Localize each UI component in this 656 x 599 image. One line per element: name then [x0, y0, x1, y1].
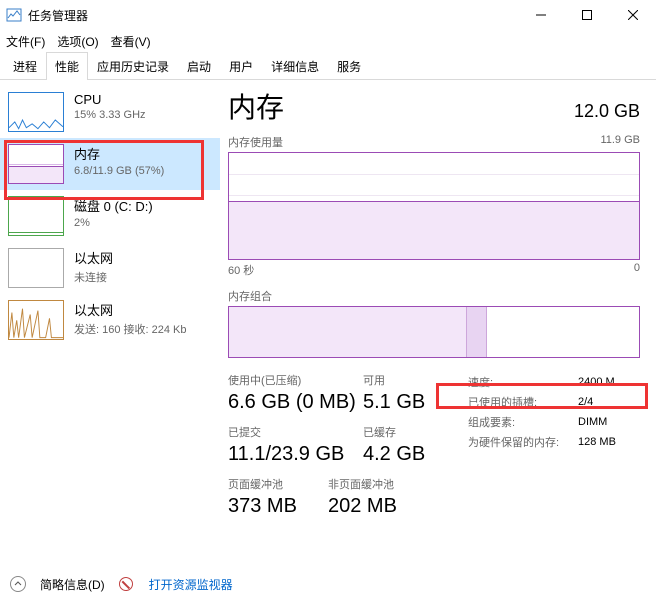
sidebar-item-title: 磁盘 0 (C: D:)	[74, 196, 153, 215]
info-slots: 2/4	[578, 396, 593, 408]
info-reserved: 128 MB	[578, 436, 616, 448]
composition-label: 内存组合	[228, 288, 640, 304]
window-title: 任务管理器	[28, 7, 88, 24]
sidebar-item-sub: 未连接	[74, 269, 113, 285]
tab-performance[interactable]: 性能	[46, 52, 88, 80]
info-label: 速度:	[468, 374, 578, 390]
info-form: DIMM	[578, 416, 607, 428]
no-entry-icon	[119, 577, 133, 591]
memory-capacity: 12.0 GB	[574, 101, 640, 122]
menu-file[interactable]: 文件(F)	[6, 33, 45, 50]
menu-bar: 文件(F) 选项(O) 查看(V)	[0, 30, 656, 52]
usage-graph-label: 内存使用量	[228, 134, 283, 150]
tab-services[interactable]: 服务	[328, 52, 370, 80]
app-icon	[6, 7, 22, 23]
memory-usage-graph[interactable]	[228, 152, 640, 260]
main-panel: 内存 12.0 GB 内存使用量 11.9 GB 60 秒 0 内存组合	[220, 80, 656, 569]
tab-startup[interactable]: 启动	[178, 52, 220, 80]
memory-thumb	[8, 144, 64, 184]
cpu-thumb	[8, 92, 64, 132]
info-label: 组成要素:	[468, 414, 578, 430]
stat-label: 页面缓冲池	[228, 476, 328, 492]
stats-area: 使用中(已压缩) 6.6 GB (0 MB) 可用 5.1 GB 已提交 11.…	[228, 372, 640, 528]
sidebar-item-disk[interactable]: 磁盘 0 (C: D:) 2%	[0, 190, 220, 242]
info-label: 已使用的插槽:	[468, 394, 578, 410]
stat-label: 已缓存	[363, 424, 425, 440]
x-axis-left: 60 秒	[228, 262, 254, 278]
ethernet-thumb	[8, 300, 64, 340]
info-speed: 2400 M...	[578, 376, 624, 388]
tab-app-history[interactable]: 应用历史记录	[88, 52, 178, 80]
stat-paged-pool: 373 MB	[228, 495, 328, 518]
sidebar-item-ethernet-1[interactable]: 以太网 未连接	[0, 242, 220, 294]
footer-bar: 简略信息(D) 打开资源监视器	[0, 569, 656, 599]
sidebar: CPU 15% 3.33 GHz 内存 6.8/11.9 GB (57%) 磁盘…	[0, 80, 220, 569]
info-label: 为硬件保留的内存:	[468, 434, 578, 450]
disk-thumb	[8, 196, 64, 236]
chevron-up-icon[interactable]	[10, 576, 26, 592]
memory-composition-graph[interactable]	[228, 306, 640, 358]
sidebar-item-title: 以太网	[74, 248, 113, 267]
sidebar-item-ethernet-2[interactable]: 以太网 发送: 160 接收: 224 Kb	[0, 294, 220, 346]
minimize-button[interactable]	[518, 0, 564, 30]
x-axis-right: 0	[634, 262, 640, 278]
stat-label: 可用	[363, 372, 425, 388]
menu-options[interactable]: 选项(O)	[57, 33, 98, 50]
sidebar-item-sub: 6.8/11.9 GB (57%)	[74, 165, 164, 177]
sidebar-item-title: CPU	[74, 92, 146, 107]
stat-label: 已提交	[228, 424, 363, 440]
sidebar-item-title: 以太网	[74, 300, 187, 319]
stat-in-use: 6.6 GB (0 MB)	[228, 391, 363, 414]
stat-nonpaged-pool: 202 MB	[328, 495, 397, 518]
ethernet-thumb	[8, 248, 64, 288]
tab-users[interactable]: 用户	[220, 52, 262, 80]
title-bar: 任务管理器	[0, 0, 656, 30]
less-details-link[interactable]: 简略信息(D)	[40, 576, 105, 593]
tab-processes[interactable]: 进程	[4, 52, 46, 80]
maximize-button[interactable]	[564, 0, 610, 30]
stat-available: 5.1 GB	[363, 391, 425, 414]
stat-committed: 11.1/23.9 GB	[228, 443, 363, 466]
sidebar-item-sub: 2%	[74, 217, 153, 229]
tab-details[interactable]: 详细信息	[262, 52, 328, 80]
sidebar-item-sub: 15% 3.33 GHz	[74, 109, 146, 121]
open-resource-monitor-link[interactable]: 打开资源监视器	[149, 576, 233, 593]
sidebar-item-memory[interactable]: 内存 6.8/11.9 GB (57%)	[0, 138, 220, 190]
stat-label: 使用中(已压缩)	[228, 372, 363, 388]
menu-view[interactable]: 查看(V)	[111, 33, 151, 50]
close-button[interactable]	[610, 0, 656, 30]
stat-cached: 4.2 GB	[363, 443, 425, 466]
sidebar-item-title: 内存	[74, 144, 164, 163]
page-title: 内存	[228, 86, 284, 126]
usage-graph-max: 11.9 GB	[600, 134, 640, 150]
sidebar-item-cpu[interactable]: CPU 15% 3.33 GHz	[0, 86, 220, 138]
stat-label: 非页面缓冲池	[328, 476, 397, 492]
sidebar-item-sub: 发送: 160 接收: 224 Kb	[74, 321, 187, 337]
tab-bar: 进程 性能 应用历史记录 启动 用户 详细信息 服务	[0, 52, 656, 80]
